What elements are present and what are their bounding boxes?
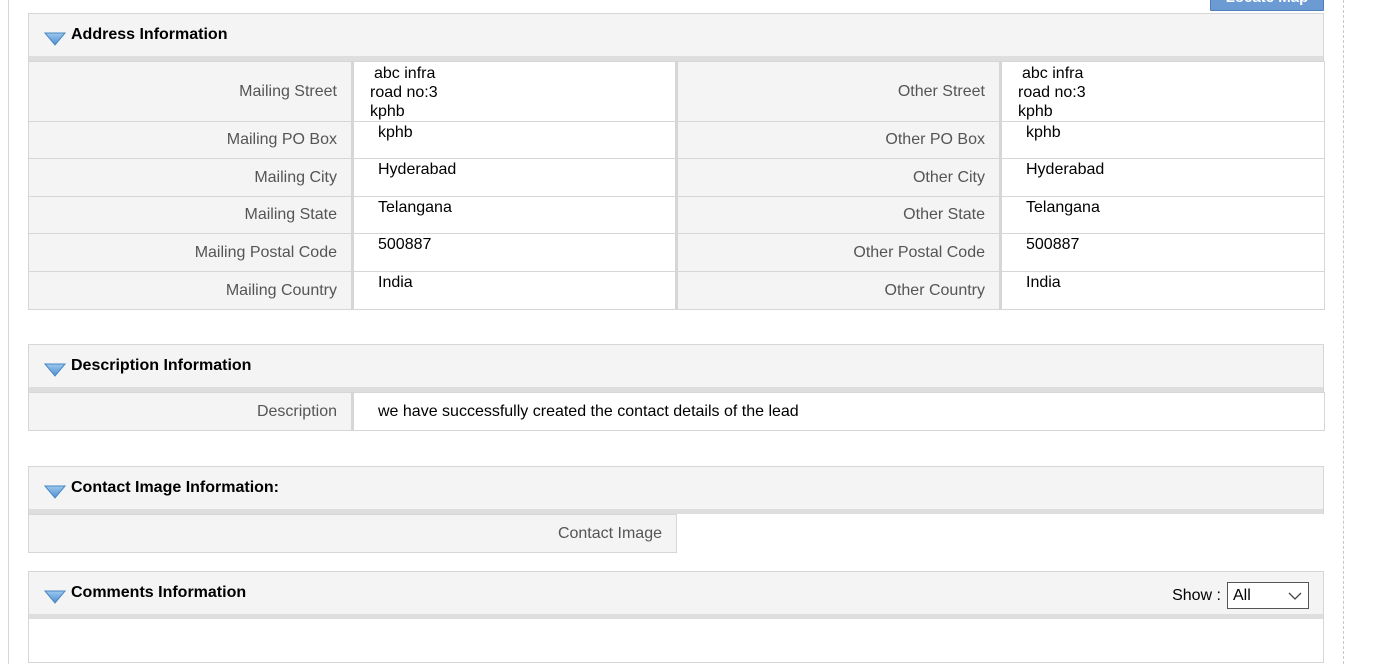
comments-show-filter: Show : All — [1172, 582, 1309, 609]
table-row: Description we have successfully created… — [28, 392, 1325, 431]
table-row: Mailing Street abc infra road no:3 kphb … — [28, 61, 1325, 122]
mailing-po-box-value: kphb — [352, 121, 678, 159]
other-country-value: India — [1000, 271, 1325, 310]
chevron-down-icon — [1288, 592, 1302, 600]
mailing-state-value: Telangana — [352, 196, 678, 234]
field-label: Mailing PO Box — [28, 121, 354, 159]
triangle-down-icon[interactable] — [44, 590, 66, 604]
field-label: Other Street — [676, 61, 1002, 122]
other-street-value: abc infra road no:3 kphb — [1000, 61, 1325, 122]
field-label: Mailing City — [28, 158, 354, 197]
mailing-city-value: Hyderabad — [352, 158, 678, 197]
comments-information-header[interactable]: Comments Information Show : All — [28, 571, 1324, 619]
field-label: Mailing Postal Code — [28, 233, 354, 272]
page-left-border — [8, 0, 9, 664]
show-label: Show : — [1172, 586, 1221, 604]
field-label: Other Postal Code — [676, 233, 1002, 272]
field-label: Mailing Street — [28, 61, 354, 122]
contact-image-information-section: Contact Image Information: Contact Image — [28, 466, 1324, 553]
other-po-box-value: kphb — [1000, 121, 1325, 159]
locate-map-button[interactable]: Locate Map — [1210, 0, 1324, 11]
field-label: Other City — [676, 158, 1002, 197]
address-information-header[interactable]: Address Information — [28, 13, 1324, 61]
field-label: Other State — [676, 196, 1002, 234]
comments-body — [28, 619, 1324, 663]
triangle-down-icon[interactable] — [44, 32, 66, 46]
other-state-value: Telangana — [1000, 196, 1325, 234]
comments-information-section: Comments Information Show : All — [28, 571, 1324, 663]
mailing-country-value: India — [352, 271, 678, 310]
table-row: Mailing PO Box kphb Other PO Box kphb — [28, 121, 1325, 159]
page-right-border — [1343, 0, 1344, 664]
triangle-down-icon[interactable] — [44, 363, 66, 377]
section-title: Comments Information — [71, 584, 247, 601]
contact-image-information-header[interactable]: Contact Image Information: — [28, 466, 1324, 514]
field-label: Contact Image — [28, 514, 677, 553]
field-label: Description — [28, 392, 354, 431]
description-value: we have successfully created the contact… — [352, 392, 1325, 431]
mailing-postal-code-value: 500887 — [352, 233, 678, 272]
table-row: Contact Image — [28, 514, 677, 553]
section-title: Address Information — [71, 26, 228, 43]
description-information-header[interactable]: Description Information — [28, 344, 1324, 392]
show-select[interactable]: All — [1227, 582, 1309, 609]
table-row: Mailing Country India Other Country Indi… — [28, 271, 1325, 310]
address-information-section: Address Information Mailing Street abc i… — [28, 13, 1325, 310]
contact-image-table: Contact Image — [28, 514, 677, 553]
other-city-value: Hyderabad — [1000, 158, 1325, 197]
mailing-street-value: abc infra road no:3 kphb — [352, 61, 678, 122]
field-label: Other Country — [676, 271, 1002, 310]
show-selected-value: All — [1233, 587, 1251, 604]
address-table: Mailing Street abc infra road no:3 kphb … — [28, 61, 1325, 310]
field-label: Other PO Box — [676, 121, 1002, 159]
section-title: Contact Image Information: — [71, 479, 280, 496]
section-title: Description Information — [71, 357, 252, 374]
description-table: Description we have successfully created… — [28, 392, 1325, 431]
other-postal-code-value: 500887 — [1000, 233, 1325, 272]
triangle-down-icon[interactable] — [44, 485, 66, 499]
field-label: Mailing Country — [28, 271, 354, 310]
table-row: Mailing City Hyderabad Other City Hydera… — [28, 158, 1325, 197]
table-row: Mailing Postal Code 500887 Other Postal … — [28, 233, 1325, 272]
description-information-section: Description Information Description we h… — [28, 344, 1325, 431]
table-row: Mailing State Telangana Other State Tela… — [28, 196, 1325, 234]
field-label: Mailing State — [28, 196, 354, 234]
